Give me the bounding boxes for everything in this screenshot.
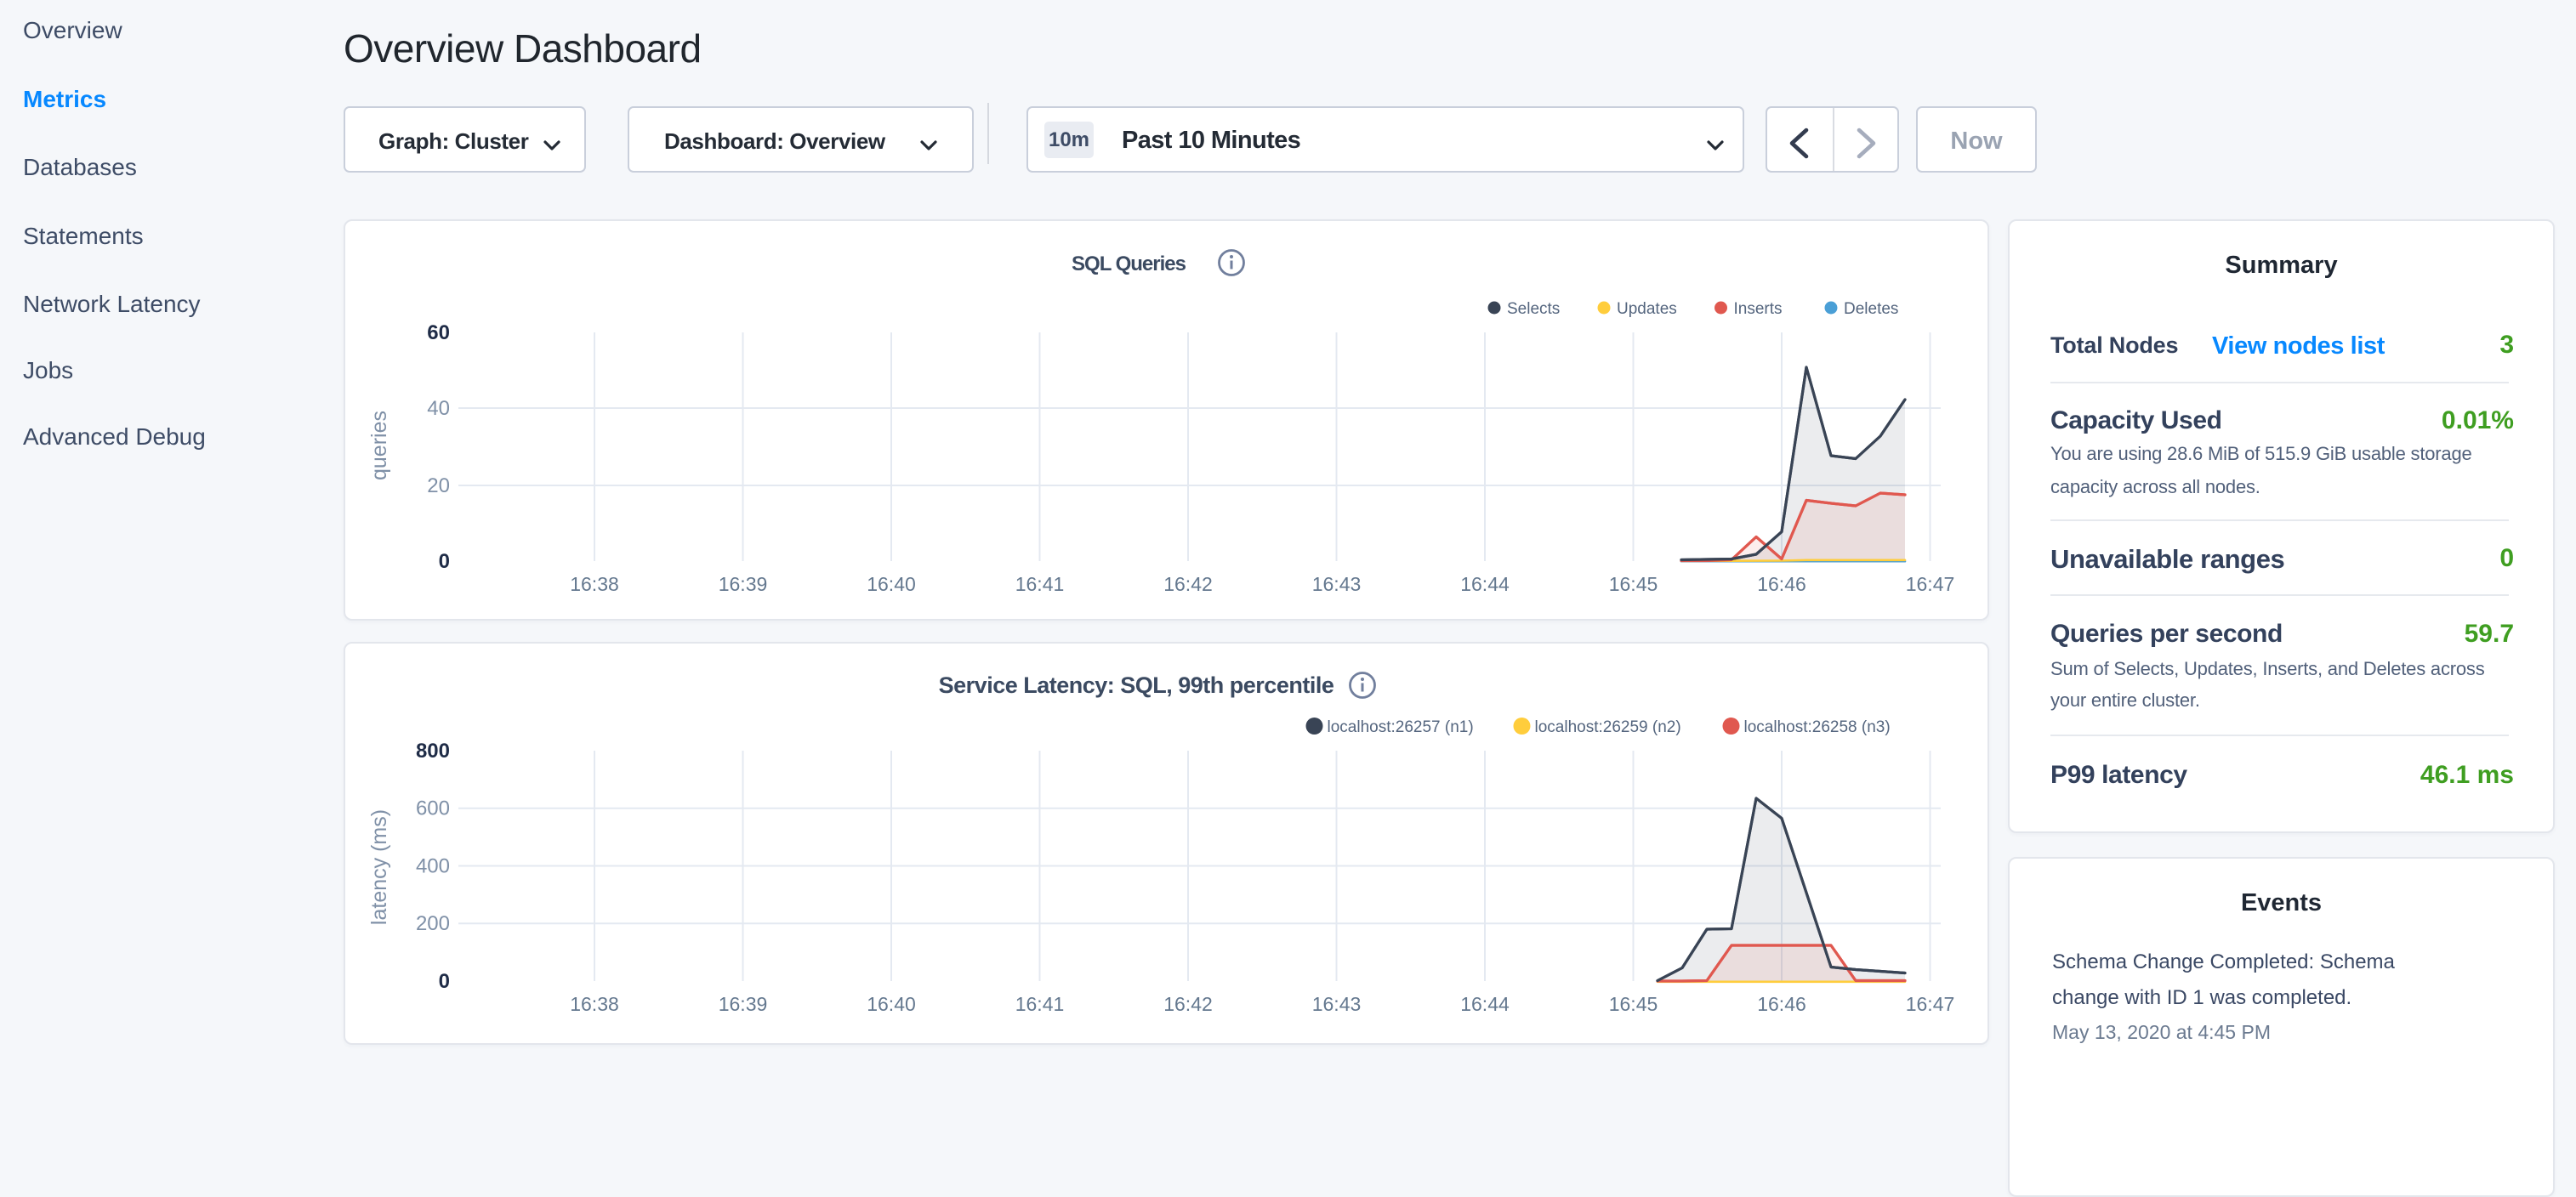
svg-text:16:46: 16:46 [1757, 993, 1806, 1015]
svg-text:16:39: 16:39 [719, 993, 768, 1015]
svg-text:16:42: 16:42 [1163, 573, 1213, 595]
svg-text:600: 600 [416, 797, 450, 820]
svg-text:16:47: 16:47 [1906, 993, 1955, 1015]
svg-text:20: 20 [427, 474, 450, 497]
svg-text:40: 40 [427, 397, 450, 420]
svg-text:queries: queries [367, 411, 391, 480]
svg-text:Service Latency: SQL, 99th per: Service Latency: SQL, 99th percentile [939, 672, 1334, 698]
svg-text:60: 60 [427, 321, 450, 344]
svg-text:Deletes: Deletes [1844, 300, 1898, 318]
svg-text:16:38: 16:38 [570, 993, 619, 1015]
svg-text:16:38: 16:38 [570, 573, 619, 595]
svg-text:16:45: 16:45 [1609, 993, 1658, 1015]
svg-text:16:40: 16:40 [867, 993, 916, 1015]
svg-text:Updates: Updates [1617, 300, 1677, 318]
svg-text:Inserts: Inserts [1734, 300, 1783, 318]
svg-text:16:40: 16:40 [867, 573, 916, 595]
svg-text:localhost:26257 (n1): localhost:26257 (n1) [1328, 718, 1474, 736]
svg-text:16:43: 16:43 [1312, 993, 1362, 1015]
svg-text:200: 200 [416, 912, 450, 935]
svg-text:16:41: 16:41 [1015, 573, 1065, 595]
svg-text:localhost:26258 (n3): localhost:26258 (n3) [1744, 718, 1891, 736]
svg-text:16:39: 16:39 [719, 573, 768, 595]
svg-text:800: 800 [416, 740, 450, 763]
svg-text:SQL Queries: SQL Queries [1072, 252, 1186, 275]
svg-text:Selects: Selects [1507, 300, 1560, 318]
svg-text:0: 0 [439, 550, 450, 573]
svg-text:latency (ms): latency (ms) [367, 809, 391, 925]
svg-text:16:46: 16:46 [1757, 573, 1806, 595]
svg-text:localhost:26259 (n2): localhost:26259 (n2) [1535, 718, 1681, 736]
svg-text:16:45: 16:45 [1609, 573, 1658, 595]
svg-text:16:41: 16:41 [1015, 993, 1065, 1015]
svg-text:16:43: 16:43 [1312, 573, 1362, 595]
svg-text:16:44: 16:44 [1460, 573, 1510, 595]
svg-text:400: 400 [416, 855, 450, 878]
svg-text:0: 0 [439, 970, 450, 993]
svg-text:16:42: 16:42 [1163, 993, 1213, 1015]
svg-text:16:44: 16:44 [1460, 993, 1510, 1015]
svg-text:16:47: 16:47 [1906, 573, 1955, 595]
